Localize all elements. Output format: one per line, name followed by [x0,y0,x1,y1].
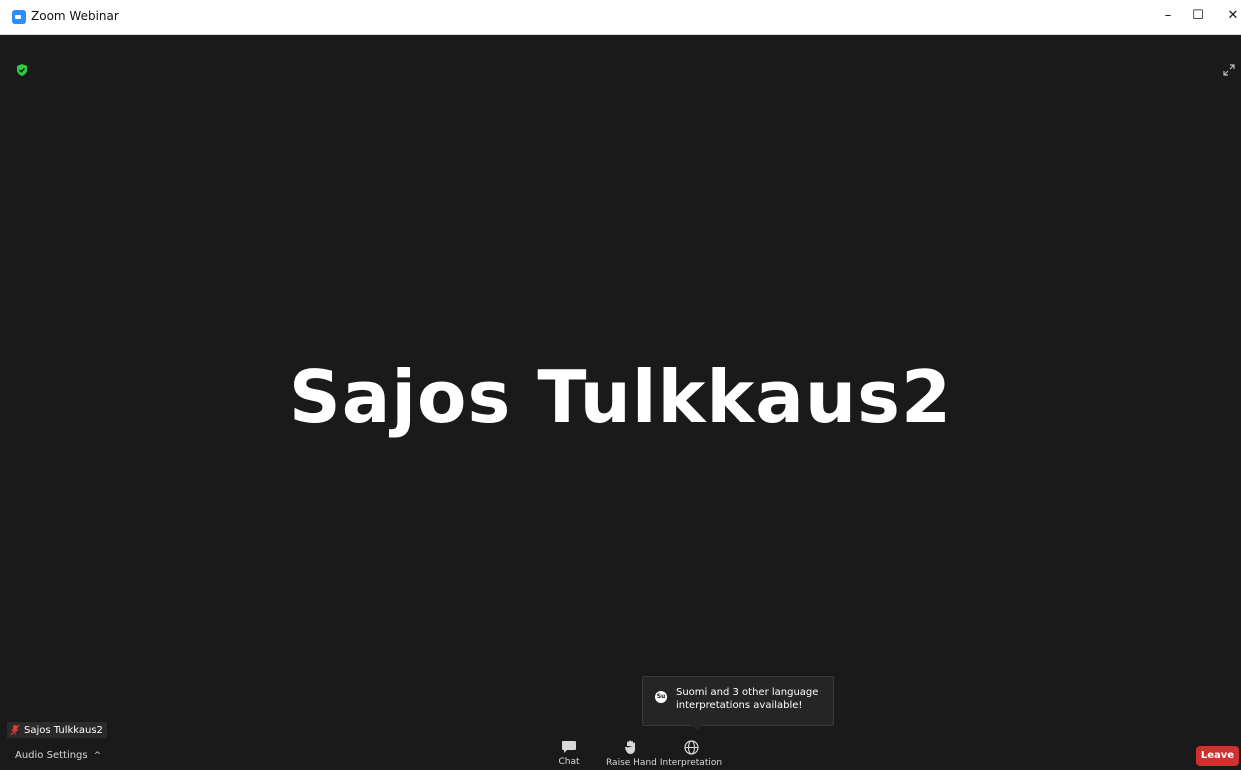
active-speaker-name: Sajos Tulkkaus2 [288,355,953,439]
interpretation-button[interactable]: Interpretation [655,740,727,768]
window-title: Zoom Webinar [31,9,119,23]
video-stage: Sajos Tulkkaus2 [0,35,1241,735]
participant-nametag: Sajos Tulkkaus2 [7,722,107,738]
globe-icon [683,740,699,755]
mic-muted-icon [10,724,20,736]
minimize-button[interactable]: – [1156,6,1180,26]
maximize-button[interactable]: ☐ [1186,6,1210,26]
tooltip-message: Suomi and 3 other language interpretatio… [676,687,819,711]
audio-settings-label: Audio Settings [15,750,88,761]
close-button[interactable]: ✕ [1221,6,1241,26]
zoom-app-icon [12,10,26,24]
interpretation-tooltip: Su Suomi and 3 other language interpreta… [642,676,834,726]
meeting-toolbar: Audio Settings ^ Chat Raise Hand Interpre… [0,738,1241,770]
language-icon: Su [655,691,667,703]
expand-icon[interactable] [1222,63,1236,77]
raise-hand-label: Raise Hand [606,758,657,768]
caret-up-icon: ^ [93,751,102,761]
chat-icon [562,741,576,753]
raise-hand-button[interactable]: Raise Hand [606,740,657,768]
audio-settings-button[interactable]: Audio Settings ^ [15,750,101,761]
title-bar: Zoom Webinar – ☐ ✕ [0,0,1241,35]
chat-button[interactable]: Chat [556,740,582,767]
shield-check-icon[interactable] [15,63,29,77]
hand-icon [624,740,635,754]
nametag-label: Sajos Tulkkaus2 [24,724,103,736]
chat-label: Chat [558,757,580,767]
interpretation-label: Interpretation [659,758,723,768]
tooltip-arrow [690,724,704,731]
leave-button[interactable]: Leave [1196,746,1239,766]
